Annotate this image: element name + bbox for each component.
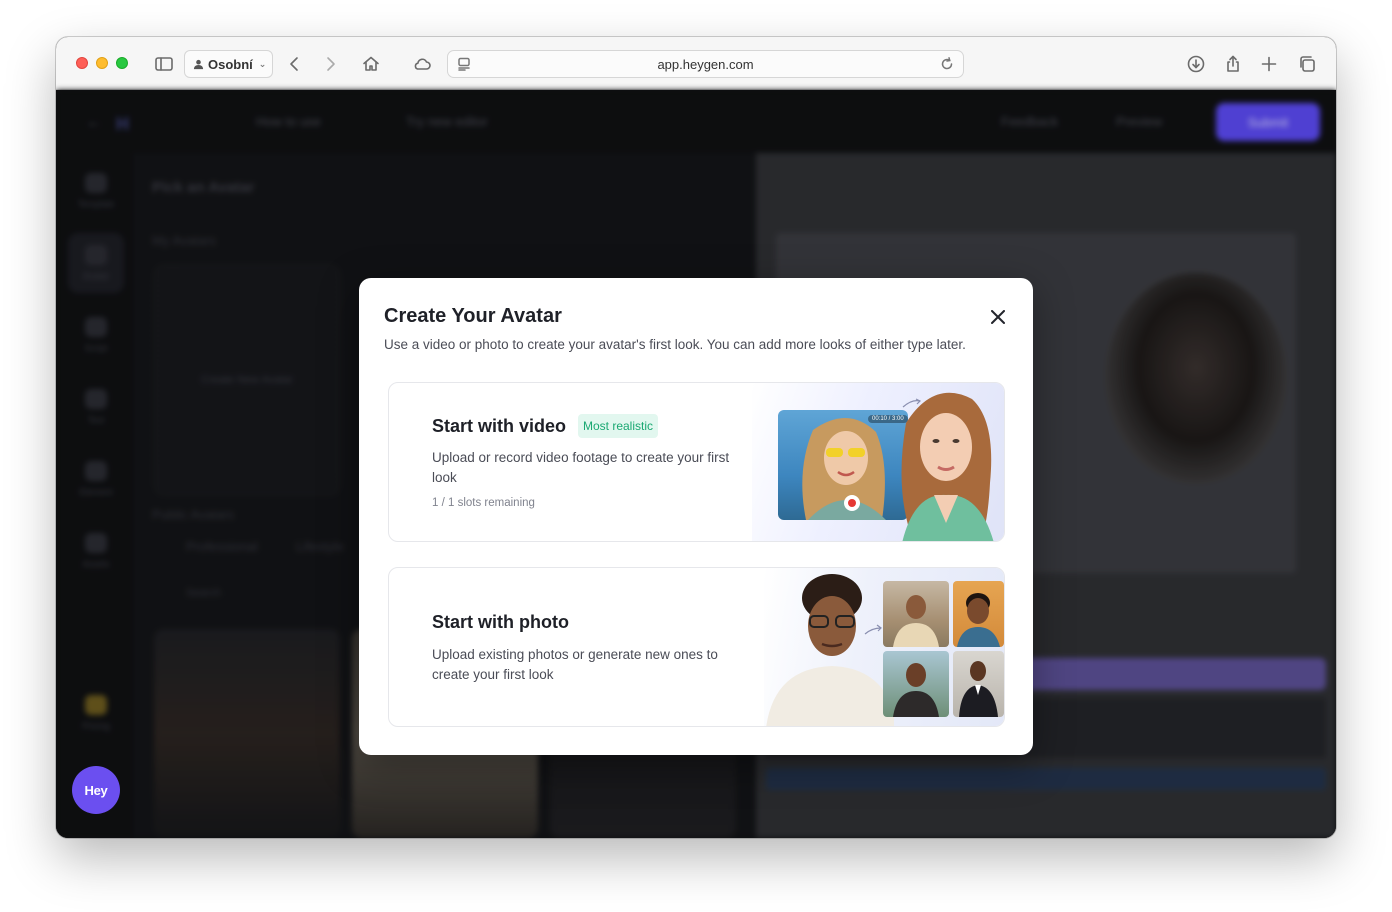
profile-label: Osobní <box>208 56 253 72</box>
person-icon <box>193 59 204 69</box>
most-realistic-badge: Most realistic <box>578 414 659 438</box>
start-with-photo-card[interactable]: Start with photo Upload existing photos … <box>388 567 1005 727</box>
arrow-icon <box>902 398 922 408</box>
chevron-down-icon: ⌄ <box>258 58 267 69</box>
browser-toolbar: Osobní ⌄ app.heygen.com <box>56 37 1336 90</box>
slots-remaining: 1 / 1 slots remaining <box>432 497 535 509</box>
tab-overview-icon[interactable] <box>1294 51 1320 77</box>
downloads-icon[interactable] <box>1183 51 1209 77</box>
reload-icon[interactable] <box>939 56 955 75</box>
video-option-description: Upload or record video footage to create… <box>432 450 730 485</box>
forward-icon[interactable] <box>317 51 343 77</box>
modal-title: Create Your Avatar <box>384 305 562 327</box>
arrow-icon <box>864 624 882 635</box>
back-icon[interactable] <box>282 51 308 77</box>
cloud-icon[interactable] <box>409 51 435 77</box>
generated-photo <box>883 581 949 647</box>
browser-window: Osobní ⌄ app.heygen.com ← H How to use T… <box>56 37 1336 838</box>
photo-illustration <box>764 568 1004 726</box>
close-icon[interactable] <box>987 306 1009 328</box>
close-window-button[interactable] <box>76 57 88 69</box>
address-bar[interactable]: app.heygen.com <box>447 50 964 78</box>
hey-assistant-button[interactable]: Hey <box>72 766 120 814</box>
create-avatar-modal: Create Your Avatar Use a video or photo … <box>359 278 1033 755</box>
url-text: app.heygen.com <box>657 56 754 72</box>
new-tab-icon[interactable] <box>1256 51 1282 77</box>
photo-option-description: Upload existing photos or generate new o… <box>432 647 718 682</box>
photo-option-title: Start with photo <box>432 612 569 632</box>
generated-photo <box>953 581 1004 647</box>
sidebar-toggle-icon[interactable] <box>151 51 177 77</box>
share-icon[interactable] <box>1220 51 1246 77</box>
man-portrait-image <box>766 574 894 726</box>
home-icon[interactable] <box>358 51 384 77</box>
page-settings-icon[interactable] <box>456 56 472 75</box>
minimize-window-button[interactable] <box>96 57 108 69</box>
heygen-app: ← H How to use Try new editor Feedback P… <box>56 90 1336 838</box>
zoom-window-button[interactable] <box>116 57 128 69</box>
generated-photo <box>953 651 1004 717</box>
video-illustration: 00:10 / 3:00 <box>752 383 1004 541</box>
profile-selector[interactable]: Osobní ⌄ <box>184 50 273 78</box>
record-icon <box>844 495 860 511</box>
video-option-title: Start with video <box>432 416 567 436</box>
modal-description: Use a video or photo to create your avat… <box>384 337 966 352</box>
start-with-video-card[interactable]: Start with video Most realistic Upload o… <box>388 382 1005 542</box>
generated-photo <box>883 651 949 717</box>
